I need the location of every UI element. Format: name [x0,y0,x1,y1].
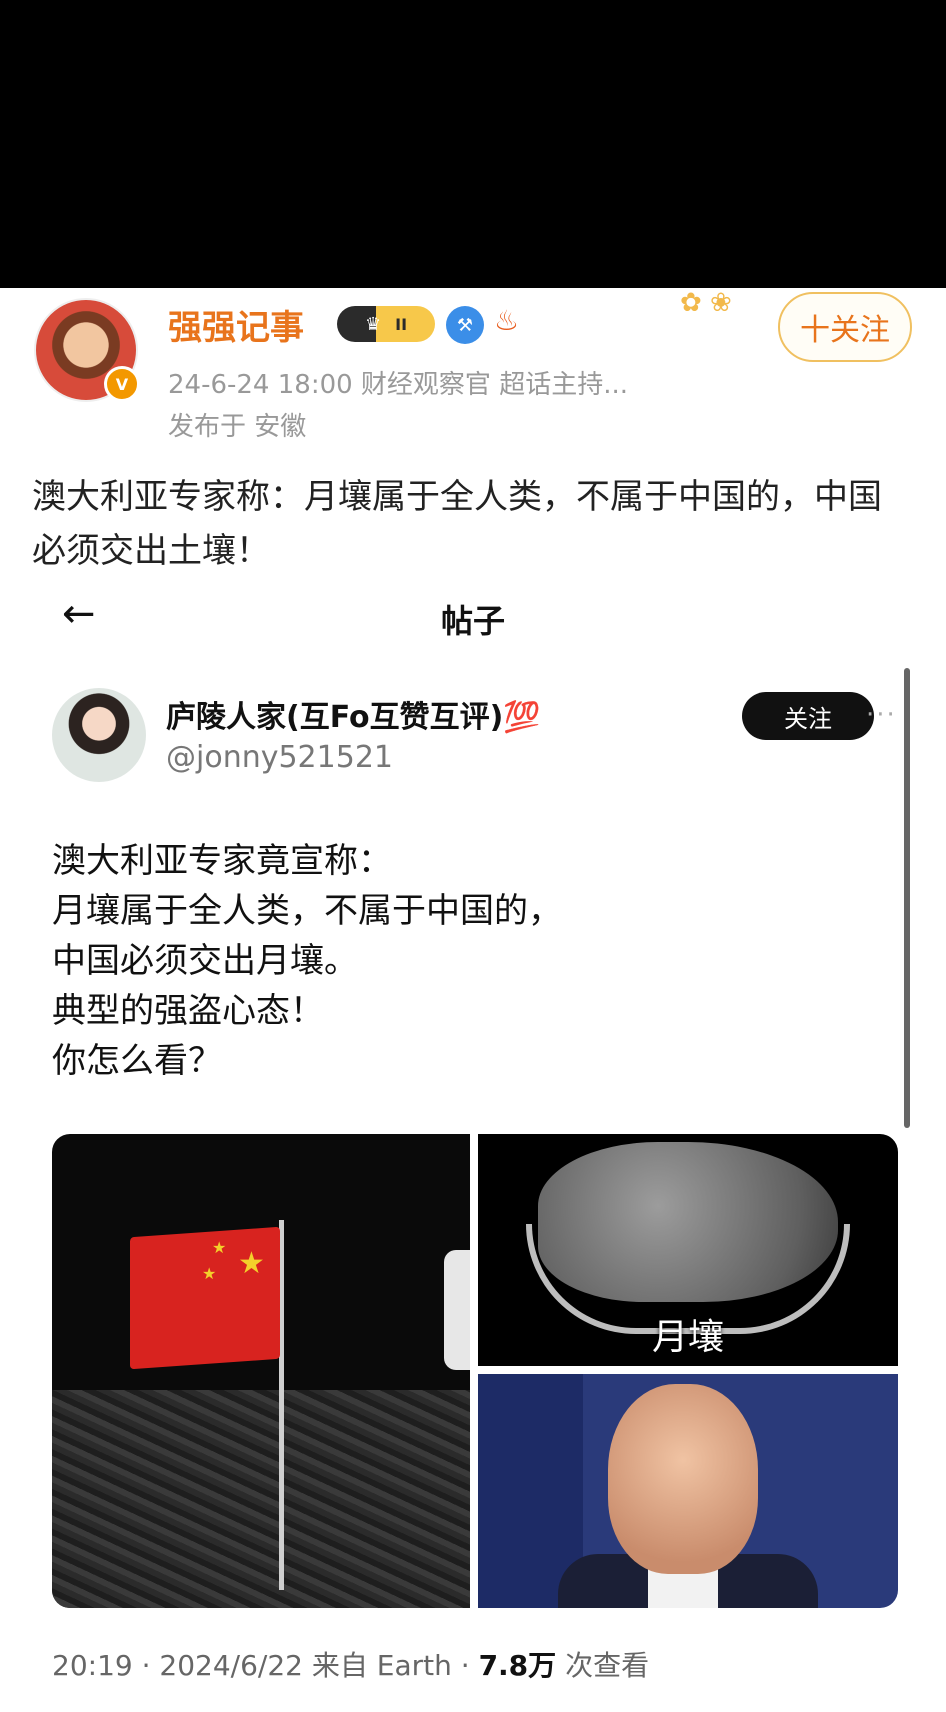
embedded-author-handle: @jonny521521 [166,740,393,775]
embedded-text-line: 月壤属于全人类，不属于中国的， [52,891,562,931]
level-badge-text: II [395,314,408,334]
post-location: 发布于 安徽 [168,412,307,442]
lunar-soil-image[interactable]: 月壤 [478,1134,898,1366]
lunar-surface [52,1389,470,1608]
face [608,1384,758,1574]
man-portrait-image[interactable] [478,1374,898,1608]
embedded-author-name[interactable]: 庐陵人家(互Fo互赞互评)💯 [166,692,541,736]
astronaut-figure [444,1250,470,1370]
flag-star-icon: ★ [202,1264,217,1283]
koi-fish-badge-icon: ♨ [494,304,520,337]
footer-views-suffix: 次查看 [556,1649,650,1682]
moon-flag-image[interactable]: ★ ★ ★ [52,1134,470,1608]
embedded-text-line: 典型的强盗心态！ [52,991,324,1031]
post-header-title: 帖子 [440,602,505,640]
author-avatar[interactable]: V [34,298,140,402]
more-options-icon[interactable]: ··· [866,700,897,730]
embedded-text-line: 中国必须交出月壤。 [52,941,358,981]
flag-star-icon: ★ [238,1246,265,1281]
media-grid: ★ ★ ★ 月壤 [52,1134,898,1608]
embedded-follow-button[interactable]: 关注 [742,692,874,740]
footer-views: 7.8万 [478,1649,557,1682]
follow-button[interactable]: 十关注 [778,292,912,362]
verified-badge-icon: V [104,366,140,402]
flower-decoration-icon: ✿ ❀ [680,288,732,318]
footer-time: 20:19 · 2024/6/22 来自 Earth · [52,1649,479,1682]
crown-level-badge-icon: ♛ II [337,306,435,342]
top-black-band [0,0,946,288]
scrollbar[interactable] [904,668,910,1128]
embedded-post-text: 澳大利亚专家竟宣称： 月壤属于全人类，不属于中国的， 中国必须交出月壤。 典型的… [52,836,562,1086]
post-text: 澳大利亚专家称：月壤属于全人类，不属于中国的，中国必须交出土壤！ [32,477,882,571]
embedded-text-line: 澳大利亚专家竟宣称： [52,841,392,881]
embedded-text-line: 你怎么看？ [52,1041,222,1081]
blue-hammer-badge-icon: ⚒ [446,306,484,344]
author-name[interactable]: 强强记事 [168,300,304,349]
post-meta: 24-6-24 18:00 财经观察官 超话主持... [168,370,628,400]
embedded-author-avatar[interactable] [52,688,146,782]
image-caption: 月壤 [651,1317,724,1358]
flag-star-icon: ★ [212,1238,227,1257]
post-footer: 20:19 · 2024/6/22 来自 Earth · 7.8万 次查看 [52,1644,649,1684]
